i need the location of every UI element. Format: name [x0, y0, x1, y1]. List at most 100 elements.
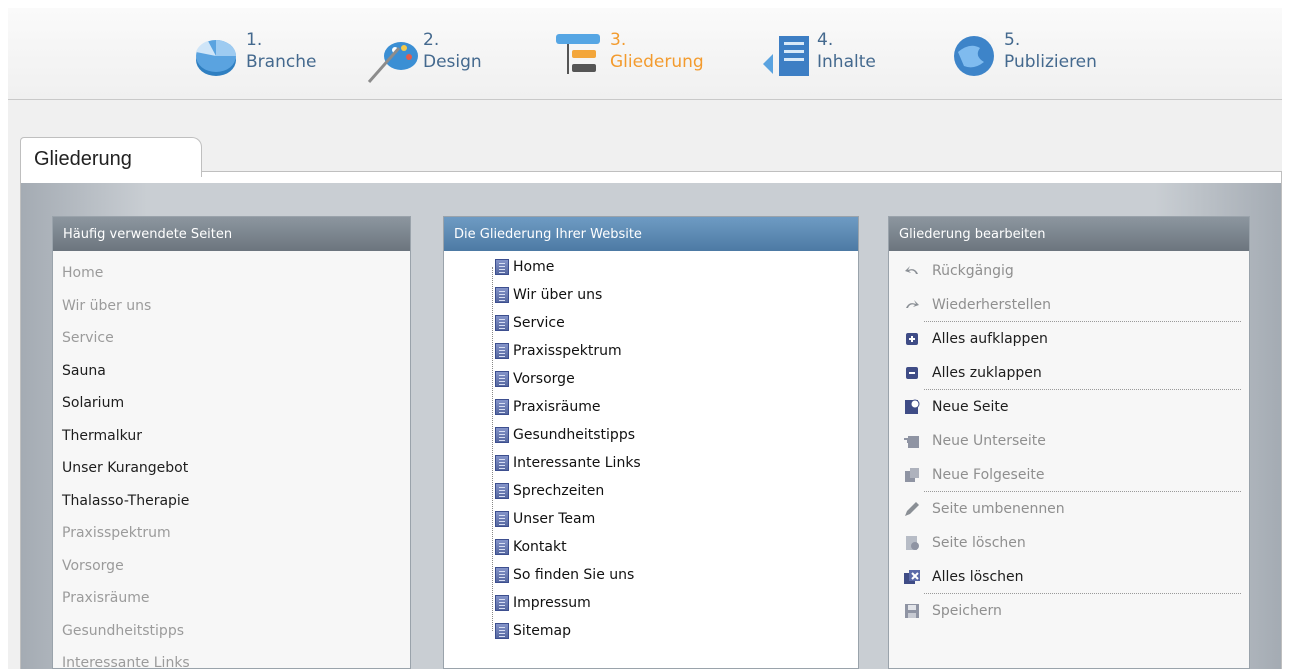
action-label: Seite löschen	[932, 535, 1026, 551]
action-label: Speichern	[932, 603, 1002, 619]
frequent-page-item[interactable]: Thermalkur	[53, 421, 410, 454]
outline-tree: Home Wir über uns Service Praxisspektrum…	[444, 251, 858, 645]
step-label: Gliederung	[610, 52, 704, 72]
page-icon	[495, 315, 509, 331]
new-subpage-action[interactable]: Neue Unterseite	[889, 424, 1249, 458]
frequent-page-item[interactable]: Unser Kurangebot	[53, 453, 410, 486]
collapse-all-icon	[906, 367, 918, 379]
tree-node[interactable]: Impressum	[444, 589, 858, 617]
undo-action[interactable]: Rückgängig	[889, 254, 1249, 288]
step-label: Publizieren	[1004, 52, 1097, 72]
page-icon	[495, 539, 509, 555]
panel-title: Die Gliederung Ihrer Website	[444, 217, 858, 251]
tree-node-label: Impressum	[513, 595, 591, 611]
step-number: 5.	[1004, 30, 1021, 50]
action-label: Neue Unterseite	[932, 433, 1046, 449]
tree-node-label: Wir über uns	[513, 287, 603, 303]
frequent-page-item[interactable]: Thalasso-Therapie	[53, 486, 410, 519]
frequent-page-item[interactable]: Service	[53, 323, 410, 356]
new-following-page-action[interactable]: Neue Folgeseite	[889, 458, 1249, 492]
new-page-action[interactable]: Neue Seite	[889, 390, 1249, 424]
frequent-page-item[interactable]: Home	[53, 258, 410, 291]
step-number: 1.	[246, 30, 263, 50]
tree-node[interactable]: Praxisräume	[444, 393, 858, 421]
tree-node[interactable]: Sitemap	[444, 617, 858, 645]
tree-node[interactable]: Wir über uns	[444, 281, 858, 309]
redo-action[interactable]: Wiederherstellen	[889, 288, 1249, 322]
tab-strip	[20, 171, 1282, 183]
frequent-page-item[interactable]: Praxisräume	[53, 583, 410, 616]
frequent-page-item[interactable]: Vorsorge	[53, 551, 410, 584]
delete-all-icon	[904, 570, 920, 584]
delete-all-action[interactable]: Alles löschen	[889, 560, 1249, 594]
wizard-steps-bar: 1. Branche 2. Design 3. Gliederung 4. In…	[8, 8, 1282, 100]
page-icon	[495, 399, 509, 415]
page-icon	[495, 567, 509, 583]
page-icon	[495, 483, 509, 499]
page-icon	[495, 427, 509, 443]
step-number: 3.	[610, 30, 627, 50]
tree-node-label: Home	[513, 259, 555, 275]
expand-all-action[interactable]: Alles aufklappen	[889, 322, 1249, 356]
tree-node[interactable]: So finden Sie uns	[444, 561, 858, 589]
tree-node[interactable]: Gesundheitstipps	[444, 421, 858, 449]
rename-page-action[interactable]: Seite umbenennen	[889, 492, 1249, 526]
tree-node-label: Kontakt	[513, 539, 567, 555]
page-icon	[495, 511, 509, 527]
page-icon	[495, 455, 509, 471]
globe-publish-icon	[954, 32, 998, 76]
new-subpage-icon	[904, 436, 919, 448]
step-label: Design	[423, 52, 482, 72]
action-label: Neue Seite	[932, 399, 1009, 415]
edit-outline-panel: Gliederung bearbeiten Rückgängig Wiederh…	[888, 216, 1250, 669]
undo-icon	[905, 266, 918, 274]
page-icon	[495, 371, 509, 387]
collapse-all-action[interactable]: Alles zuklappen	[889, 356, 1249, 390]
tree-node[interactable]: Unser Team	[444, 505, 858, 533]
tree-node-label: Praxisräume	[513, 399, 601, 415]
frequent-page-item[interactable]: Wir über uns	[53, 291, 410, 324]
frequent-page-item[interactable]: Solarium	[53, 388, 410, 421]
delete-page-action[interactable]: Seite löschen	[889, 526, 1249, 560]
page-icon	[495, 287, 509, 303]
redo-icon	[906, 300, 919, 308]
save-action[interactable]: Speichern	[889, 594, 1249, 628]
new-following-page-icon	[905, 468, 919, 482]
action-label: Wiederherstellen	[932, 297, 1051, 313]
step-label: Inhalte	[817, 52, 876, 72]
tree-node-label: Vorsorge	[513, 371, 575, 387]
outline-actions: Rückgängig Wiederherstellen Alles aufkla…	[889, 251, 1249, 628]
panel-title: Gliederung bearbeiten	[889, 217, 1249, 251]
tree-node-label: Praxisspektrum	[513, 343, 622, 359]
sitemap-page-icon	[495, 623, 509, 639]
action-label: Alles aufklappen	[932, 331, 1048, 347]
action-label: Alles löschen	[932, 569, 1024, 585]
tree-node[interactable]: Praxisspektrum	[444, 337, 858, 365]
action-label: Rückgängig	[932, 263, 1014, 279]
tree-node[interactable]: Home	[444, 253, 858, 281]
delete-page-icon	[906, 536, 919, 550]
tree-node-label: Sprechzeiten	[513, 483, 605, 499]
frequent-page-item[interactable]: Interessante Links	[53, 648, 410, 669]
page-icon	[495, 259, 509, 275]
tree-node[interactable]: Interessante Links	[444, 449, 858, 477]
frequent-page-item[interactable]: Praxisspektrum	[53, 518, 410, 551]
new-page-icon	[905, 399, 920, 414]
tree-node[interactable]: Kontakt	[444, 533, 858, 561]
tree-node[interactable]: Vorsorge	[444, 365, 858, 393]
tree-node[interactable]: Service	[444, 309, 858, 337]
save-disk-icon	[905, 604, 919, 618]
frequent-page-item[interactable]: Gesundheitstipps	[53, 616, 410, 649]
tab-gliederung[interactable]: Gliederung	[20, 137, 202, 177]
tree-node[interactable]: Sprechzeiten	[444, 477, 858, 505]
step-number: 2.	[423, 30, 440, 50]
palette-brush-icon	[367, 42, 418, 83]
expand-all-icon	[906, 333, 918, 345]
website-outline-panel: Die Gliederung Ihrer Website Home Wir üb…	[443, 216, 859, 669]
page-icon	[495, 343, 509, 359]
outline-tree-icon	[556, 34, 600, 74]
panel-title: Häufig verwendete Seiten	[53, 217, 410, 251]
frequent-pages-panel: Häufig verwendete Seiten Home Wir über u…	[52, 216, 411, 669]
frequent-page-item[interactable]: Sauna	[53, 356, 410, 389]
step-number: 4.	[817, 30, 834, 50]
